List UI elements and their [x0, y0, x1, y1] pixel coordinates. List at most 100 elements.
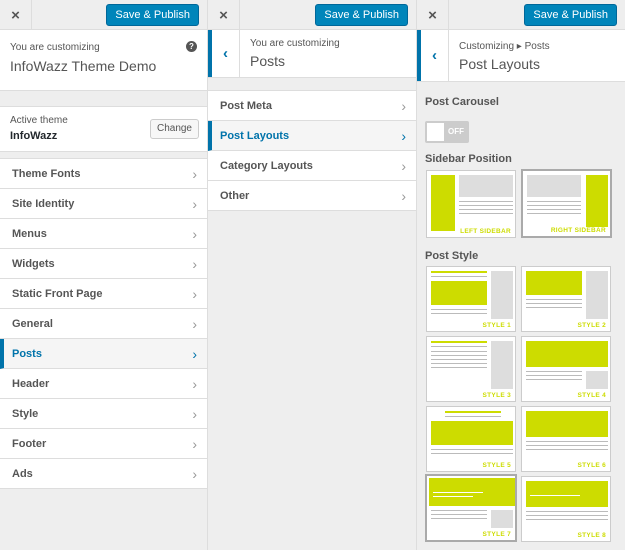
chevron-right-icon: ›	[192, 376, 197, 392]
close-icon[interactable]: ×	[0, 0, 32, 30]
chevron-right-icon: ›	[192, 346, 197, 362]
save-publish-button[interactable]: Save & Publish	[315, 4, 408, 26]
save-publish-button[interactable]: Save & Publish	[524, 4, 617, 26]
customizer-main-panel: × Save & Publish You are customizing Inf…	[0, 0, 208, 550]
left-sidebar-caption: LEFT SIDEBAR	[460, 228, 511, 235]
style-caption: STYLE 1	[482, 322, 511, 329]
section-header: ‹ You are customizing Posts	[208, 30, 416, 78]
menu-item-label: Menus	[12, 227, 47, 240]
post-layouts-content: Post Carousel OFF Sidebar Position LEFT …	[417, 82, 625, 550]
style-caption: STYLE 2	[577, 322, 606, 329]
menu-item-category-layouts[interactable]: Category Layouts ›	[208, 151, 416, 181]
save-publish-button[interactable]: Save & Publish	[106, 4, 199, 26]
menu-item-posts[interactable]: Posts ›	[0, 339, 207, 369]
site-title: InfoWazz Theme Demo	[10, 58, 157, 74]
close-icon[interactable]: ×	[208, 0, 240, 30]
sidebar-position-label: Sidebar Position	[425, 153, 512, 165]
post-layouts-panel: × Save & Publish ‹ Customizing ▸ Posts P…	[417, 0, 625, 550]
menu-item-label: Static Front Page	[12, 287, 103, 300]
menu-item-label: Ads	[12, 467, 33, 480]
chevron-right-icon: ›	[401, 128, 406, 144]
menu-item-static-front-page[interactable]: Static Front Page ›	[0, 279, 207, 309]
help-icon[interactable]: ?	[186, 41, 197, 52]
menu-item-label: General	[12, 317, 53, 330]
post-style-8-option[interactable]: STYLE 8	[521, 476, 611, 542]
menu-item-label: Category Layouts	[220, 159, 313, 172]
chevron-right-icon: ›	[192, 166, 197, 182]
menu-item-label: Header	[12, 377, 50, 390]
toggle-knob	[427, 123, 444, 141]
post-style-7-option[interactable]: STYLE 7	[425, 474, 517, 542]
post-carousel-label: Post Carousel	[425, 96, 499, 108]
close-icon[interactable]: ×	[417, 0, 449, 30]
style-caption: STYLE 6	[577, 462, 606, 469]
menu-item-label: Footer	[12, 437, 47, 450]
menu-item-header[interactable]: Header ›	[0, 369, 207, 399]
menu-item-menus[interactable]: Menus ›	[0, 219, 207, 249]
post-style-6-option[interactable]: STYLE 6	[521, 406, 611, 472]
left-sidebar-option[interactable]: LEFT SIDEBAR	[426, 170, 516, 238]
post-style-label: Post Style	[425, 250, 479, 262]
menu-item-footer[interactable]: Footer ›	[0, 429, 207, 459]
chevron-right-icon: ›	[192, 286, 197, 302]
chevron-right-icon: ›	[401, 188, 406, 204]
menu-item-post-meta[interactable]: Post Meta ›	[208, 91, 416, 121]
post-style-3-option[interactable]: STYLE 3	[426, 336, 516, 402]
menu-item-style[interactable]: Style ›	[0, 399, 207, 429]
chevron-right-icon: ›	[192, 196, 197, 212]
toggle-state-label: OFF	[448, 127, 464, 136]
chevron-right-icon: ›	[192, 256, 197, 272]
style-caption: STYLE 7	[482, 531, 511, 538]
menu-item-post-layouts[interactable]: Post Layouts ›	[208, 121, 416, 151]
menu-item-ads[interactable]: Ads ›	[0, 459, 207, 489]
style-caption: STYLE 8	[577, 532, 606, 539]
customizing-info: You are customizing InfoWazz Theme Demo …	[0, 30, 207, 91]
menu-item-label: Post Meta	[220, 99, 272, 112]
chevron-right-icon: ›	[401, 98, 406, 114]
menu-item-label: Site Identity	[12, 197, 75, 210]
posts-menu: Post Meta › Post Layouts › Category Layout…	[208, 90, 416, 211]
chevron-right-icon: ›	[192, 226, 197, 242]
right-sidebar-option[interactable]: RIGHT SIDEBAR	[521, 169, 612, 238]
chevron-right-icon: ›	[192, 436, 197, 452]
top-bar: × Save & Publish	[417, 0, 625, 30]
section-title: Posts	[250, 53, 286, 69]
menu-item-other[interactable]: Other ›	[208, 181, 416, 211]
section-title: Post Layouts	[459, 56, 540, 72]
style-caption: STYLE 4	[577, 392, 606, 399]
post-style-1-option[interactable]: STYLE 1	[426, 266, 516, 332]
menu-item-label: Theme Fonts	[12, 167, 81, 180]
menu-item-general[interactable]: General ›	[0, 309, 207, 339]
menu-item-site-identity[interactable]: Site Identity ›	[0, 189, 207, 219]
chevron-right-icon: ›	[192, 466, 197, 482]
menu-item-theme-fonts[interactable]: Theme Fonts ›	[0, 159, 207, 189]
chevron-right-icon: ›	[192, 406, 197, 422]
menu-item-label: Posts	[12, 347, 42, 360]
back-arrow-icon[interactable]: ‹	[208, 30, 240, 77]
back-arrow-icon[interactable]: ‹	[417, 30, 449, 81]
customizing-label: You are customizing	[10, 42, 100, 53]
customizing-label: You are customizing	[250, 38, 340, 49]
style-caption: STYLE 3	[482, 392, 511, 399]
menu-item-widgets[interactable]: Widgets ›	[0, 249, 207, 279]
chevron-right-icon: ›	[192, 316, 197, 332]
post-carousel-toggle[interactable]: OFF	[425, 121, 469, 143]
post-style-5-option[interactable]: STYLE 5	[426, 406, 516, 472]
section-header: ‹ Customizing ▸ Posts Post Layouts	[417, 30, 625, 82]
change-theme-button[interactable]: Change	[149, 119, 199, 139]
right-sidebar-caption: RIGHT SIDEBAR	[550, 227, 606, 234]
top-bar: × Save & Publish	[208, 0, 416, 30]
style-caption: STYLE 5	[482, 462, 511, 469]
menu-item-label: Style	[12, 407, 39, 420]
chevron-right-icon: ›	[401, 158, 406, 174]
post-style-4-option[interactable]: STYLE 4	[521, 336, 611, 402]
posts-panel: × Save & Publish ‹ You are customizing P…	[208, 0, 417, 550]
post-style-2-option[interactable]: STYLE 2	[521, 266, 611, 332]
top-bar: × Save & Publish	[0, 0, 207, 30]
menu-item-label: Other	[220, 189, 250, 202]
active-theme-section: Active theme InfoWazz Change	[0, 106, 207, 152]
menu-item-label: Post Layouts	[220, 129, 290, 142]
menu-item-label: Widgets	[12, 257, 55, 270]
customizer-menu: Theme Fonts › Site Identity › Menus › Widge…	[0, 158, 207, 489]
breadcrumb: Customizing ▸ Posts	[459, 41, 550, 52]
